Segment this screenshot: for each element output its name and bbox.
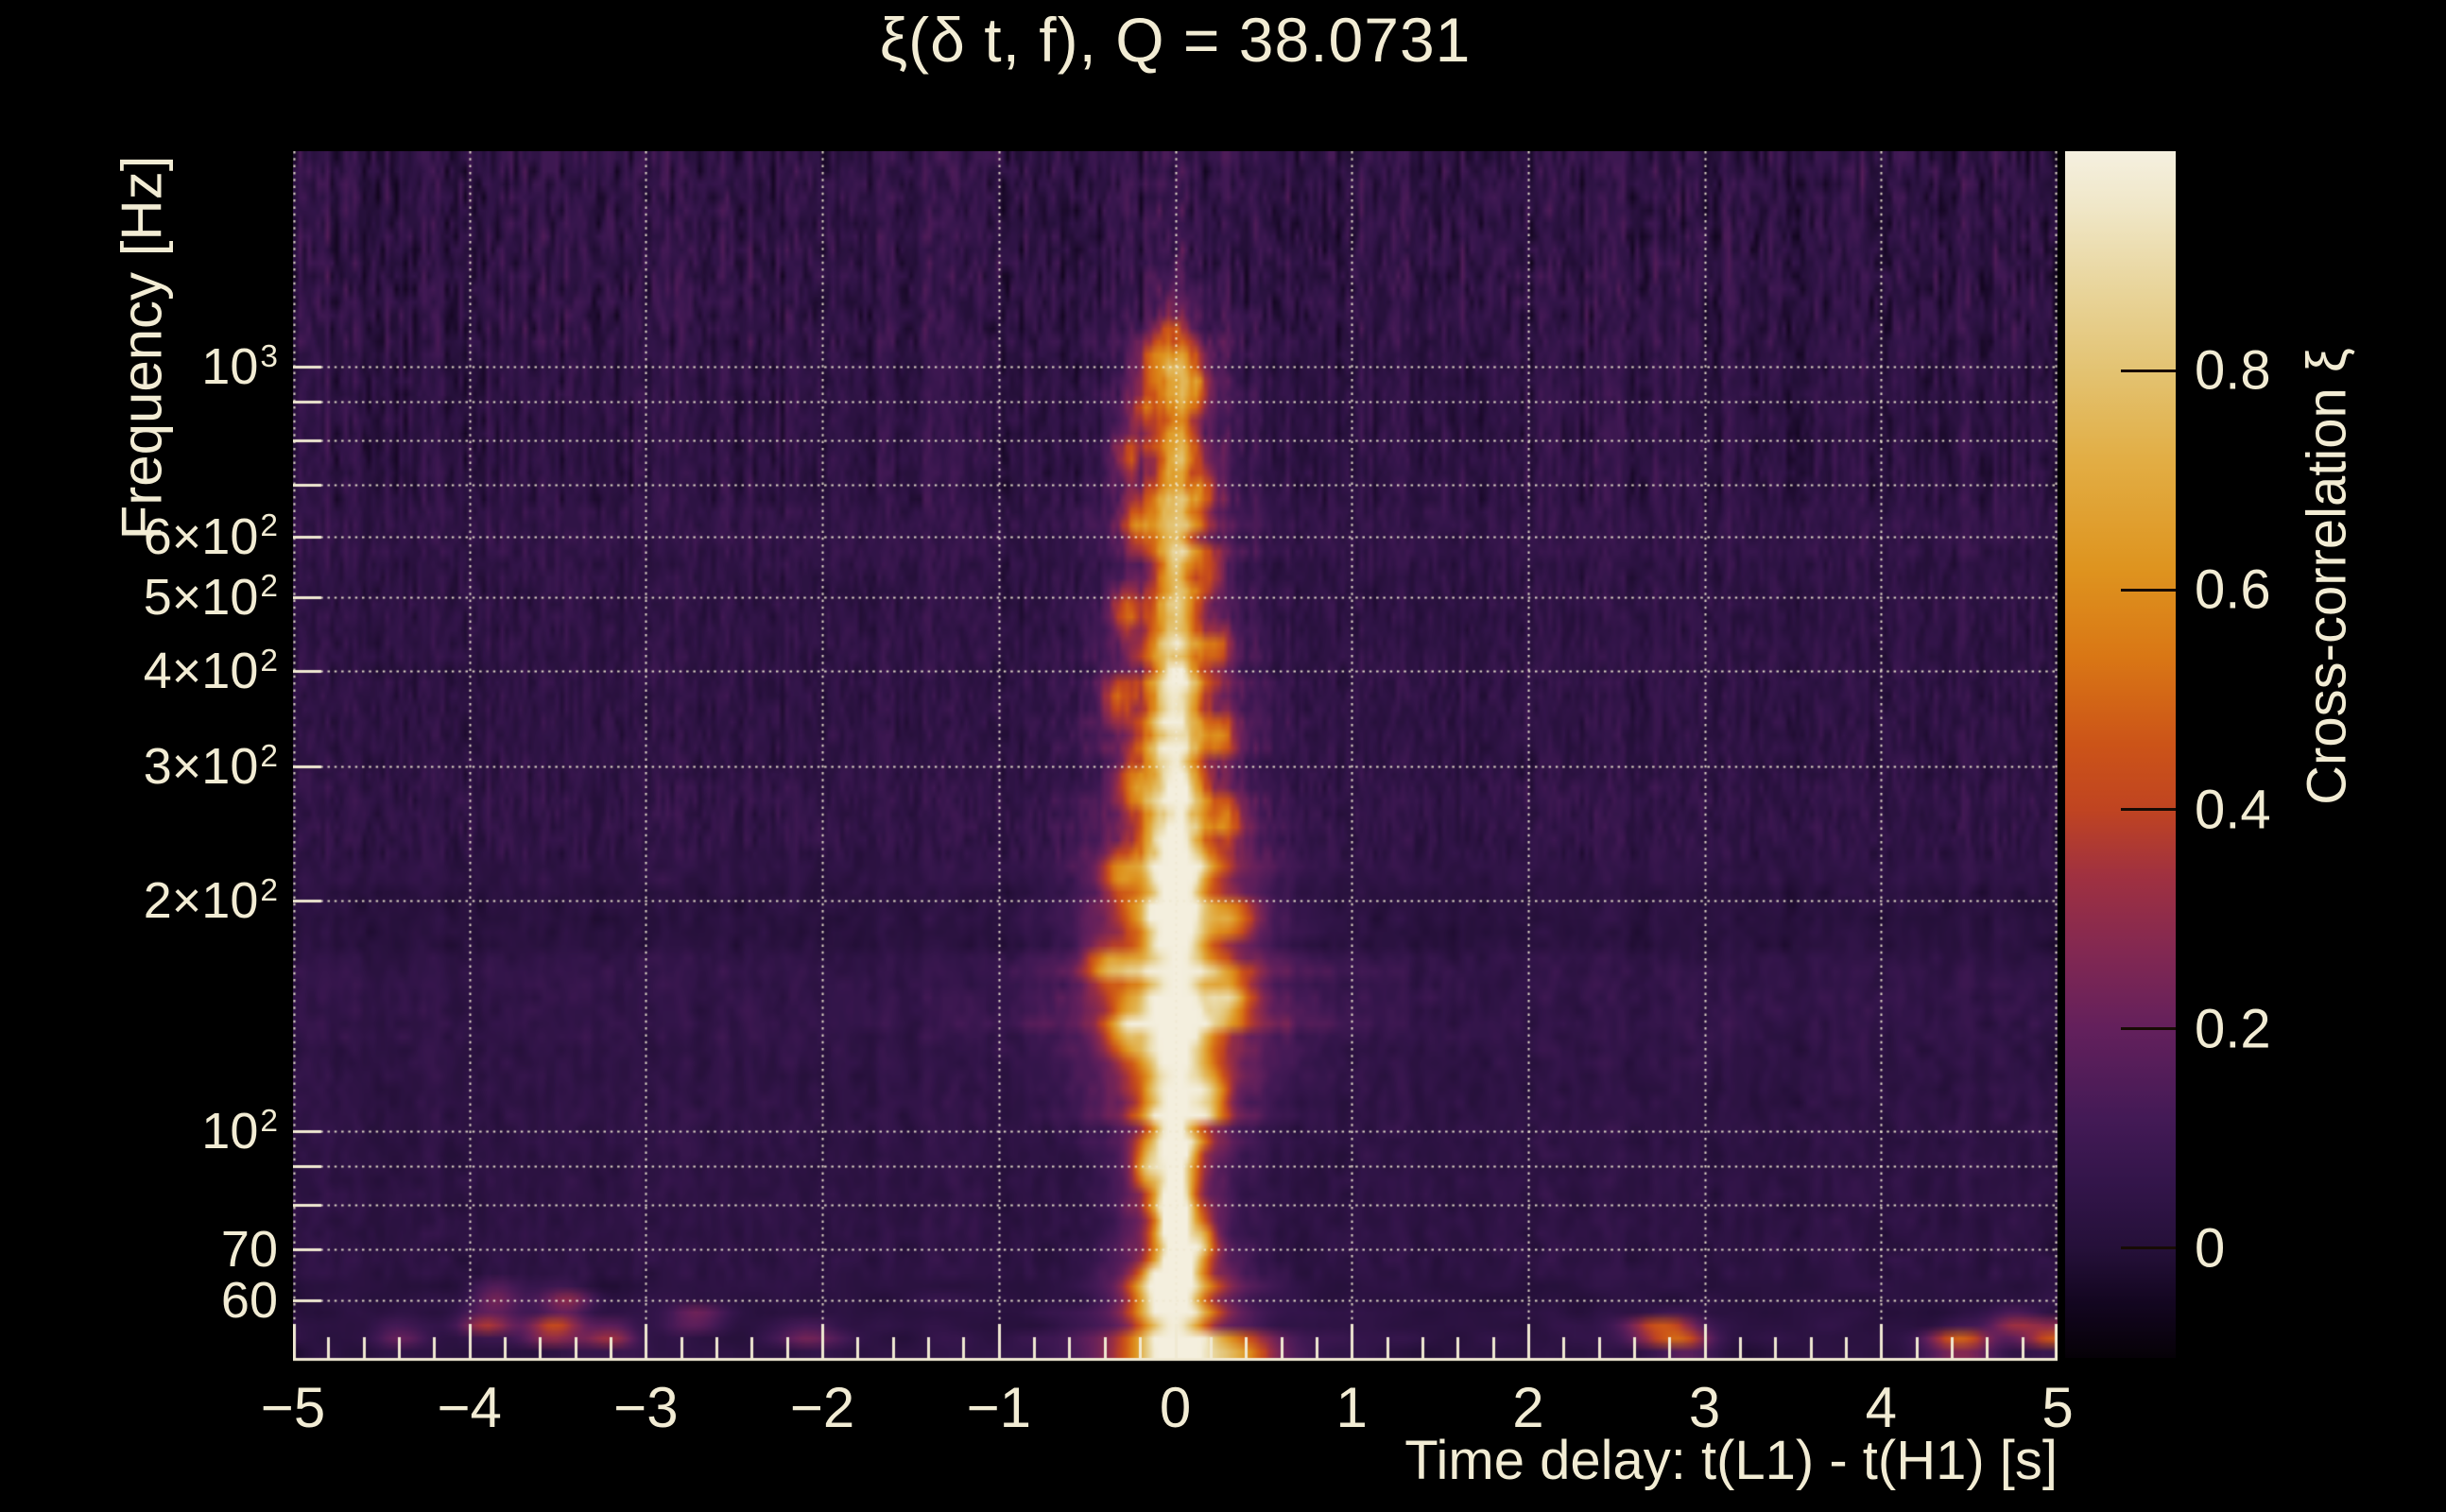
y-tick-label: 2×102 <box>143 872 278 930</box>
x-tick-label: 2 <box>1512 1376 1544 1439</box>
cross-correlation-spectrogram-figure: ξ(δ t, f), Q = 38.0731 Frequency [Hz] Ti… <box>0 0 2446 1512</box>
colorbar-tick-label: 0.4 <box>2195 779 2271 841</box>
x-tick-label: 5 <box>2041 1376 2074 1439</box>
y-tick-label: 6×102 <box>143 507 278 565</box>
plot-title: ξ(δ t, f), Q = 38.0731 <box>879 5 1472 75</box>
colorbar-tick-mark <box>2121 588 2176 592</box>
colorbar-tick-mark <box>2121 808 2176 812</box>
colorbar-gradient <box>2065 151 2176 1358</box>
colorbar-tick-label: 0.6 <box>2195 558 2271 621</box>
spectrogram-heatmap-canvas <box>293 151 2058 1364</box>
x-tick-label: −2 <box>789 1376 855 1439</box>
colorbar-tick-mark <box>2121 369 2176 372</box>
colorbar-tick-mark <box>2121 1027 2176 1031</box>
colorbar-tick-label: 0.8 <box>2195 339 2271 402</box>
colorbar-tick-label: 0.2 <box>2195 998 2271 1060</box>
y-tick-label: 5×102 <box>143 568 278 626</box>
y-tick-label: 3×102 <box>143 738 278 796</box>
x-tick-label: 3 <box>1688 1376 1721 1439</box>
x-tick-label: 1 <box>1335 1376 1368 1439</box>
y-tick-label: 103 <box>201 338 278 396</box>
y-tick-label: 102 <box>201 1102 278 1160</box>
x-tick-label: −4 <box>437 1376 502 1439</box>
y-tick-label: 70 <box>220 1221 278 1279</box>
colorbar-tick-mark <box>2121 1246 2176 1250</box>
colorbar-tick-label: 0 <box>2195 1217 2226 1280</box>
x-tick-label: −3 <box>613 1376 679 1439</box>
x-tick-label: −1 <box>966 1376 1032 1439</box>
x-tick-label: 0 <box>1159 1376 1192 1439</box>
x-tick-label: 4 <box>1865 1376 1897 1439</box>
y-axis-label: Frequency [Hz] <box>110 155 174 541</box>
colorbar-label: Cross-correlation ξ <box>2296 348 2358 805</box>
y-tick-label: 4×102 <box>143 642 278 699</box>
x-tick-label: −5 <box>260 1376 326 1439</box>
y-tick-label: 60 <box>220 1272 278 1330</box>
